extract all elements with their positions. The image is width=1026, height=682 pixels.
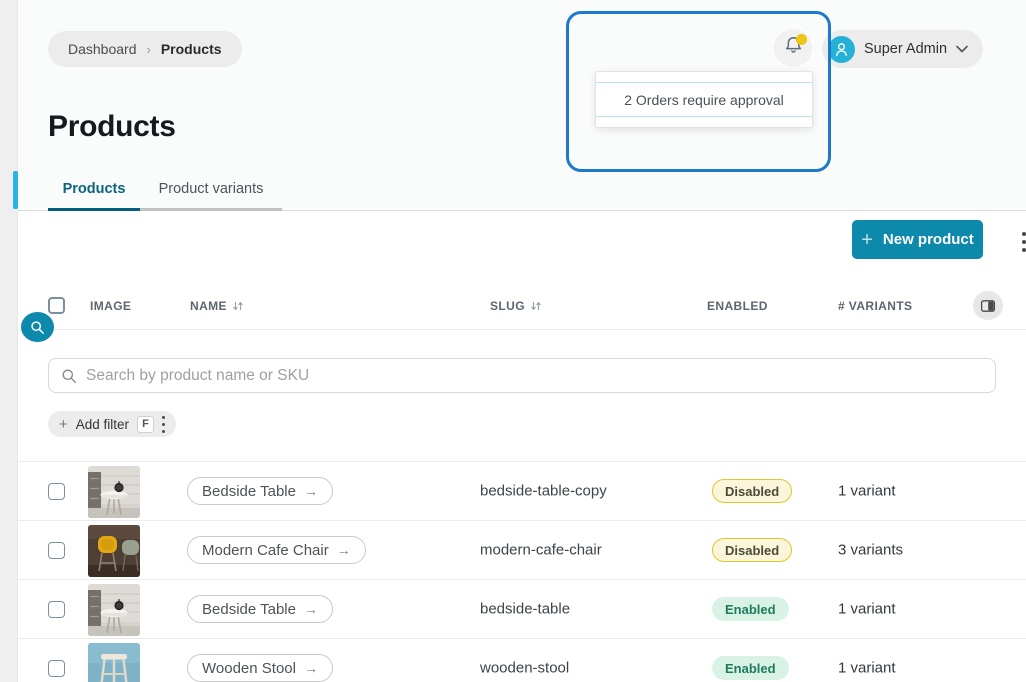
status-badge: Disabled — [712, 538, 792, 562]
breadcrumb-dashboard[interactable]: Dashboard — [68, 41, 137, 57]
notification-item[interactable]: 2 Orders require approval — [596, 82, 812, 117]
column-header-slug[interactable]: SLUG — [490, 299, 542, 313]
product-name-link[interactable]: Wooden Stool → — [187, 654, 333, 682]
arrow-right-icon: → — [304, 601, 318, 617]
variant-count: 1 variant — [838, 660, 896, 677]
page-title: Products — [48, 110, 176, 144]
row-checkbox[interactable] — [48, 601, 65, 618]
select-all-checkbox[interactable] — [48, 297, 65, 314]
plus-icon: + — [861, 230, 873, 250]
row-checkbox[interactable] — [48, 483, 65, 500]
breadcrumb: Dashboard › Products — [48, 31, 242, 67]
products-panel: + New product IMAGE NAME SLUG ENABLED # … — [18, 211, 1026, 682]
variant-count: 1 variant — [838, 601, 896, 618]
column-header-name[interactable]: NAME — [190, 299, 244, 313]
status-badge: Disabled — [712, 479, 792, 503]
variant-count: 3 variants — [838, 542, 903, 559]
row-checkbox[interactable] — [48, 542, 65, 559]
arrow-right-icon: → — [304, 660, 318, 676]
tab-product-variants[interactable]: Product variants — [140, 170, 282, 211]
product-image[interactable] — [88, 643, 140, 682]
variant-count: 1 variant — [838, 483, 896, 500]
product-slug: bedside-table-copy — [480, 483, 607, 500]
arrow-right-icon: → — [337, 542, 351, 558]
product-slug: modern-cafe-chair — [480, 542, 602, 559]
product-name-link[interactable]: Modern Cafe Chair → — [187, 536, 366, 564]
search-icon — [61, 368, 77, 384]
plus-icon: + — [59, 417, 68, 432]
table-row: Modern Cafe Chair → modern-cafe-chair Di… — [18, 520, 1026, 579]
user-name: Super Admin — [864, 41, 947, 57]
column-visibility-button[interactable] — [973, 291, 1003, 320]
columns-icon — [980, 298, 996, 314]
add-filter-button[interactable]: + Add filter F — [48, 411, 176, 437]
shortcut-key-badge: F — [137, 416, 154, 433]
product-name-link[interactable]: Bedside Table → — [187, 595, 333, 623]
search-bar — [48, 358, 996, 393]
table-row: Bedside Table → bedside-table Enabled 1 … — [18, 579, 1026, 638]
search-input[interactable] — [86, 367, 983, 385]
sort-icon — [232, 300, 244, 312]
table-row: Wooden Stool → wooden-stool Enabled 1 va… — [18, 638, 1026, 682]
product-slug: bedside-table — [480, 601, 570, 618]
column-header-image: IMAGE — [90, 299, 131, 313]
column-header-variants: # VARIANTS — [838, 299, 912, 313]
avatar — [828, 36, 855, 63]
products-page: Dashboard › Products Super Admin 2 Order… — [0, 0, 1026, 682]
product-name-link[interactable]: Bedside Table → — [187, 477, 333, 505]
product-image[interactable] — [88, 584, 140, 636]
tab-products[interactable]: Products — [48, 170, 140, 211]
filter-kebab-menu[interactable] — [162, 416, 165, 433]
user-menu[interactable]: Super Admin — [822, 30, 983, 68]
toolbar-kebab-menu[interactable] — [1018, 228, 1026, 256]
product-image[interactable] — [88, 466, 140, 518]
search-fab-button[interactable] — [21, 312, 54, 342]
status-badge: Enabled — [712, 597, 789, 621]
notifications-button[interactable] — [774, 29, 812, 67]
product-slug: wooden-stool — [480, 660, 569, 677]
row-checkbox[interactable] — [48, 660, 65, 677]
column-header-enabled: ENABLED — [707, 299, 768, 313]
new-product-button[interactable]: + New product — [852, 220, 983, 259]
breadcrumb-separator: › — [147, 42, 151, 57]
table-body: Bedside Table → bedside-table-copy Disab… — [18, 461, 1026, 682]
table-row: Bedside Table → bedside-table-copy Disab… — [18, 461, 1026, 520]
notification-dot — [796, 34, 807, 45]
table-header-row: IMAGE NAME SLUG ENABLED # VARIANTS — [18, 283, 1026, 329]
tab-bar: Products Product variants — [18, 170, 1026, 211]
notification-dropdown: 2 Orders require approval — [595, 71, 813, 128]
sidebar-edge — [0, 0, 18, 682]
header-separator — [18, 329, 1026, 330]
chevron-down-icon — [956, 40, 968, 58]
sort-icon — [530, 300, 542, 312]
arrow-right-icon: → — [304, 483, 318, 499]
breadcrumb-products[interactable]: Products — [161, 41, 222, 57]
status-badge: Enabled — [712, 656, 789, 680]
product-image[interactable] — [88, 525, 140, 577]
